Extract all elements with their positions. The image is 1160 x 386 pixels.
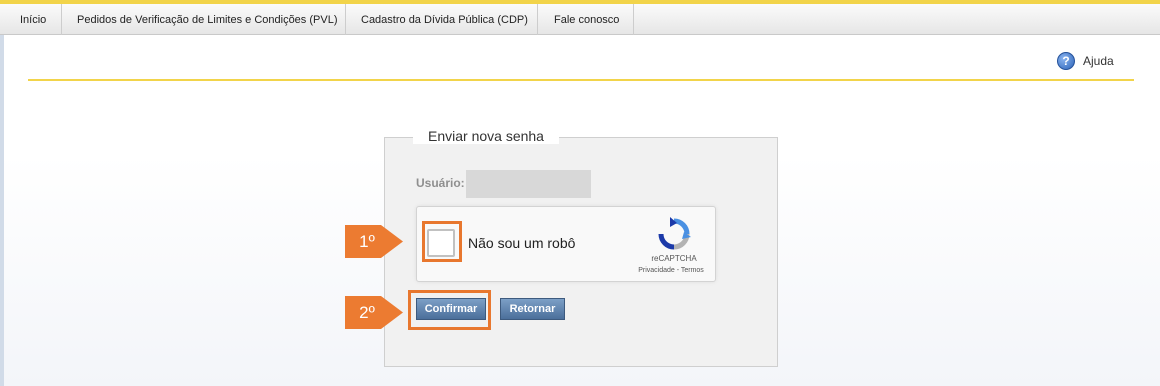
help-label: Ajuda bbox=[1083, 54, 1114, 68]
nav-item-fale-conosco[interactable]: Fale conosco bbox=[538, 4, 634, 35]
recaptcha-privacy-terms-link[interactable]: Privacidade - Termos bbox=[621, 267, 721, 274]
return-button[interactable]: Retornar bbox=[500, 298, 565, 320]
nav-item-inicio[interactable]: Início bbox=[0, 4, 62, 35]
user-input[interactable] bbox=[466, 170, 591, 198]
nav-item-cdp[interactable]: Cadastro da Dívida Pública (CDP) bbox=[346, 4, 538, 35]
nav-item-label: Fale conosco bbox=[554, 13, 620, 26]
header-divider bbox=[28, 79, 1134, 81]
question-circle-icon: ? bbox=[1057, 52, 1075, 70]
recaptcha-brand: reCAPTCHA bbox=[651, 254, 697, 263]
recaptcha-label: Não sou um robô bbox=[468, 235, 576, 251]
recaptcha-logo-icon bbox=[658, 217, 691, 250]
step2-label: 2º bbox=[359, 303, 375, 322]
nav-item-pvl[interactable]: Pedidos de Verificação de Limites e Cond… bbox=[62, 4, 346, 35]
fieldset-legend: Enviar nova senha bbox=[413, 128, 559, 144]
help-link[interactable]: ? Ajuda bbox=[1057, 52, 1114, 70]
nav-item-label: Cadastro da Dívida Pública (CDP) bbox=[361, 13, 528, 26]
step2-highlight-box bbox=[408, 290, 491, 330]
step1-label: 1º bbox=[359, 232, 375, 251]
main-navigation: Início Pedidos de Verificação de Limites… bbox=[0, 4, 1160, 35]
nav-item-label: Pedidos de Verificação de Limites e Cond… bbox=[77, 13, 338, 26]
user-label: Usuário: bbox=[416, 176, 465, 190]
nav-item-label: Início bbox=[20, 13, 47, 26]
step1-highlight-box bbox=[422, 221, 462, 262]
